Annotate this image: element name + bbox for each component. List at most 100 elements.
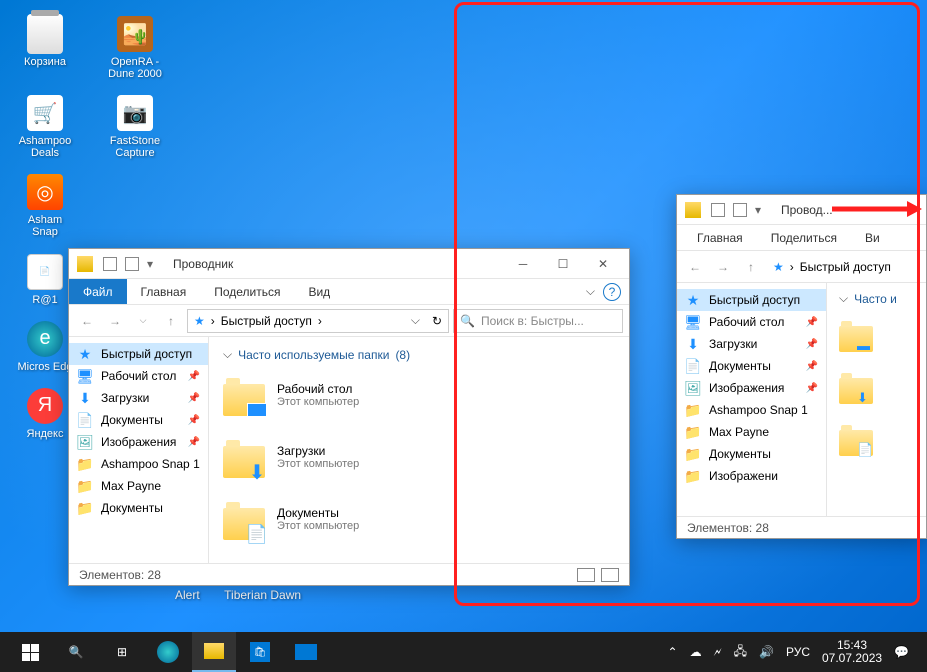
help-button[interactable]: ? [603,283,621,301]
view-details-button[interactable] [577,568,595,582]
folder-name: Документы [277,506,359,520]
sidebar-item[interactable]: ⬇Загрузки📌 [69,387,208,409]
sidebar-item[interactable]: 🖥Рабочий стол📌 [69,365,208,387]
qat-btn[interactable] [125,257,139,271]
folder-subtitle: Этот компьютер [277,520,359,532]
folder-item[interactable]: 📄ДокументыЭтот компьютер [223,498,615,540]
address-dropdown[interactable]: ⌵ [411,313,420,328]
qat-dropdown[interactable]: ▾ [755,203,769,217]
download-icon: ⬇ [685,336,701,352]
pin-icon: 📌 [188,437,200,448]
breadcrumb-chevron[interactable]: › [790,260,794,274]
sidebar-item[interactable]: 📁 Max Payne [677,421,826,443]
tab-file[interactable]: Файл [69,279,127,304]
sidebar-item[interactable]: 📁Документы [69,497,208,519]
folder-item[interactable]: ▬ [839,318,873,360]
qat-btn[interactable] [103,257,117,271]
ribbon-expand[interactable]: ⌵ [578,284,603,299]
sidebar-item[interactable]: 📁Документы [677,443,826,465]
back-button[interactable]: ← [683,255,707,279]
sidebar-item[interactable]: 📄Документы📌 [69,409,208,431]
tray-network-icon[interactable]: 🖧 [734,642,747,663]
breadcrumb-chevron[interactable]: › [211,314,215,328]
section-header[interactable]: ⌵ Часто и [839,291,922,306]
sidebar-item[interactable]: ★Быстрый доступ [677,289,826,311]
tray-notifications-icon[interactable]: 💬 [894,645,909,659]
sidebar-item-label: Max Payne [709,425,769,439]
folder-item[interactable]: ⬇ [839,370,873,412]
qat-btn[interactable] [733,203,747,217]
sidebar-item-label: Загрузки [709,337,757,351]
window-title: Проводник [173,257,233,271]
desktop-icon-ashampoo-deals[interactable]: 🛒Ashampoo Deals [10,89,80,163]
section-header[interactable]: ⌵ Часто используемые папки (8) [223,347,615,362]
taskbar-app-store[interactable]: 🛍 [238,632,282,672]
folder-icon: 📁 [685,424,701,440]
titlebar[interactable]: ▾ Проводник ─ ☐ ✕ [69,249,629,279]
search-button[interactable]: 🔍 [54,632,98,672]
tray-power-icon[interactable]: 🗲 [714,645,722,660]
folder-item[interactable]: 📄 [839,422,873,464]
qat-btn[interactable] [711,203,725,217]
recent-dropdown[interactable]: ⌵ [131,309,155,333]
taskbar-app-edge[interactable] [146,632,190,672]
refresh-button[interactable]: ↻ [426,314,442,328]
sidebar-item-label: Документы [101,413,163,427]
back-button[interactable]: ← [75,309,99,333]
breadcrumb-chevron[interactable]: › [318,314,322,328]
tray-clock[interactable]: 15:43 07.07.2023 [822,639,882,665]
close-button[interactable]: ✕ [585,252,621,276]
icon-label: FastStone Capture [104,135,166,159]
sidebar-item-label: Ashampoo Snap 1 [101,457,200,471]
tray-volume-icon[interactable]: 🔊 [759,645,774,659]
sidebar-item[interactable]: 🖼Изображения📌 [677,377,826,399]
sidebar-item[interactable]: ★Быстрый доступ [69,343,208,365]
start-button[interactable] [8,632,52,672]
sidebar-item-label: Рабочий стол [101,369,176,383]
folder-item[interactable]: ⬇ЗагрузкиЭтот компьютер [223,436,615,478]
breadcrumb[interactable]: Быстрый доступ [800,260,891,274]
tab-view[interactable]: Вид [294,279,344,304]
sidebar-item[interactable]: 📄Документы📌 [677,355,826,377]
forward-button[interactable]: → [711,255,735,279]
desktop-icon-faststone[interactable]: 📷FastStone Capture [100,89,170,163]
minimize-button[interactable]: ─ [505,252,541,276]
sidebar-item[interactable]: 🖼Изображения📌 [69,431,208,453]
titlebar[interactable]: ▾ Провод... [677,195,926,225]
quick-access-toolbar: ▾ [103,257,161,271]
task-view-button[interactable]: ⊞ [100,632,144,672]
explorer-window-2: ▾ Провод... Главная Поделиться Ви ← → ↑ … [676,194,927,539]
star-icon: ★ [77,346,93,362]
tab-share[interactable]: Поделиться [757,225,851,250]
sidebar-item[interactable]: 📁Max Payne [69,475,208,497]
sidebar-item[interactable]: 🖥Рабочий стол📌 [677,311,826,333]
sidebar-item[interactable]: 📁Изображени [677,465,826,487]
address-bar[interactable]: ★ › Быстрый доступ [767,255,920,279]
taskbar-app-mail[interactable] [284,632,328,672]
tab-view[interactable]: Ви [851,225,894,250]
tab-home[interactable]: Главная [677,225,757,250]
icon-label: Asham Snap [14,214,76,238]
tab-share[interactable]: Поделиться [200,279,294,304]
desktop-icon-recycle-bin[interactable]: Корзина [10,10,80,84]
desktop-icon-ashampoo-snap[interactable]: ◎Asham Snap [10,168,80,242]
forward-button[interactable]: → [103,309,127,333]
breadcrumb[interactable]: Быстрый доступ [221,314,312,328]
desktop-icon-openra[interactable]: 🏜️OpenRA - Dune 2000 [100,10,170,84]
maximize-button[interactable]: ☐ [545,252,581,276]
tray-onedrive-icon[interactable]: ☁ [690,645,702,659]
up-button[interactable]: ↑ [159,309,183,333]
up-button[interactable]: ↑ [739,255,763,279]
tray-language[interactable]: РУС [786,645,810,659]
sidebar-item[interactable]: 📁Ashampoo Snap 1 [69,453,208,475]
search-input[interactable]: 🔍 Поиск в: Быстры... [453,309,623,333]
address-bar[interactable]: ★ › Быстрый доступ › ⌵ ↻ [187,309,449,333]
qat-dropdown[interactable]: ▾ [147,257,161,271]
taskbar-app-explorer[interactable] [192,632,236,672]
folder-item[interactable]: Рабочий столЭтот компьютер [223,374,615,416]
sidebar-item[interactable]: ⬇Загрузки📌 [677,333,826,355]
view-icons-button[interactable] [601,568,619,582]
tab-home[interactable]: Главная [127,279,201,304]
sidebar-item[interactable]: 📁Ashampoo Snap 1 [677,399,826,421]
tray-expand[interactable]: ⌃ [668,645,678,659]
